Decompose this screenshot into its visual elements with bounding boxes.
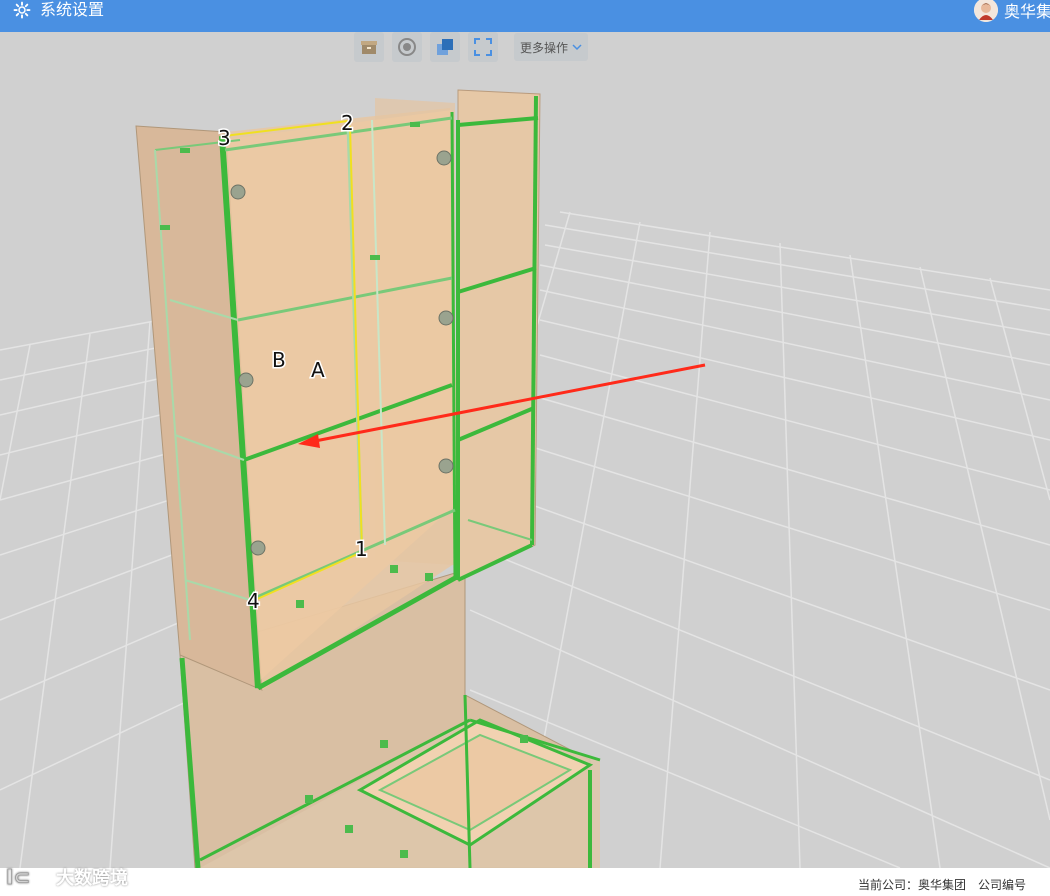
user-company: 奥华集团 (1004, 2, 1050, 21)
company-info: 当前公司：奥华集团 公司编号 (858, 876, 1050, 893)
region-label-a: A (311, 358, 325, 382)
point-label-4: 4 (247, 589, 260, 613)
cabinet-right-column[interactable] (456, 89, 541, 582)
point-label-2: 2 (341, 111, 354, 135)
fullscreen-icon (474, 38, 492, 56)
gear-icon[interactable] (12, 1, 32, 26)
watermark-logo-icon: I⊂ (6, 865, 46, 889)
svg-text:I⊂: I⊂ (6, 865, 30, 889)
target-icon (398, 38, 416, 56)
more-actions-label: 更多操作 (520, 40, 569, 55)
box-icon (361, 41, 377, 54)
layers-icon (437, 39, 453, 55)
user-menu[interactable]: 奥华集团 (974, 0, 1050, 32)
fullscreen-button[interactable] (468, 32, 498, 62)
chevron-down-icon (572, 44, 582, 51)
company-code: 公司编号 (978, 878, 1027, 892)
point-label-3: 3 (218, 126, 231, 150)
page-title: 系统设置 (40, 0, 105, 19)
viewer-toolbar: 更多操作 (354, 32, 589, 62)
3d-viewport[interactable]: 3 2 1 4 B A (0, 32, 1050, 868)
point-label-1: 1 (355, 537, 368, 561)
current-company: 当前公司：奥华集团 (858, 878, 967, 892)
watermark-text: 大数跨境 (56, 868, 128, 889)
top-bar: 系统设置 奥华集团 (0, 0, 1050, 32)
more-actions-dropdown[interactable]: 更多操作 (514, 33, 589, 61)
avatar[interactable] (974, 0, 998, 22)
layers-button[interactable] (430, 32, 460, 62)
region-label-b: B (272, 348, 286, 372)
status-bar: 当前公司：奥华集团 公司编号 (0, 868, 1050, 896)
scene-canvas[interactable]: 3 2 1 4 B A (0, 32, 1050, 868)
target-button[interactable] (392, 32, 422, 62)
box-view-button[interactable] (354, 32, 384, 62)
watermark: I⊂ 大数跨境 (6, 864, 128, 890)
